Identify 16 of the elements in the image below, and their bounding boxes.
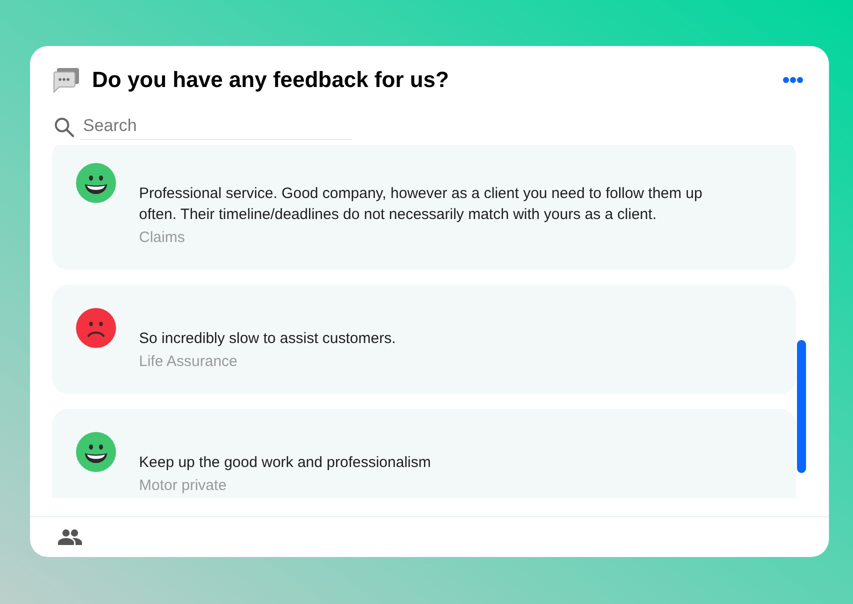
feedback-category: Life Assurance xyxy=(139,352,238,372)
smiling-face-icon xyxy=(76,163,116,203)
frowning-face-icon xyxy=(76,308,116,348)
feedback-text: So incredibly slow to assist customers. xyxy=(139,329,397,349)
chat-bubbles-icon xyxy=(52,66,80,94)
feedback-category: Motor private xyxy=(139,476,228,496)
feedback-text: Keep up the good work and professionalism xyxy=(139,453,432,473)
search-icon xyxy=(54,116,74,136)
feedback-category: Claims xyxy=(139,228,186,248)
feedback-text: Professional service. Good company, however as a client you need to follow them up often. Their timeline/deadlines do not necessarily match with yours as a client. xyxy=(139,184,704,225)
panel-title: Do you have any feedback for us? xyxy=(92,66,449,94)
scrollbar-thumb[interactable] xyxy=(797,340,806,473)
people-icon[interactable] xyxy=(58,529,82,545)
search-field[interactable]: Search xyxy=(80,113,352,140)
smiling-face-icon xyxy=(76,432,116,472)
more-dots-icon xyxy=(783,77,803,83)
